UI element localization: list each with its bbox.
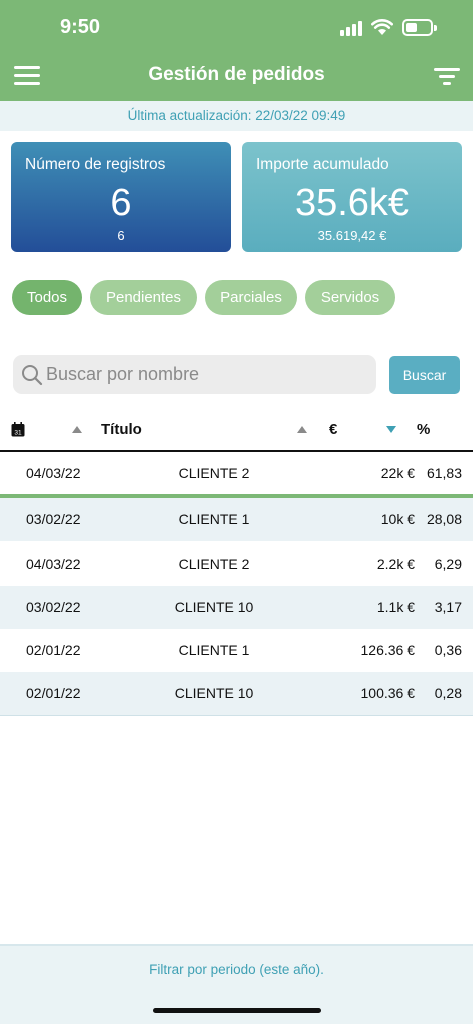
wifi-icon bbox=[371, 19, 393, 35]
battery-icon bbox=[402, 19, 437, 36]
amount-label: Importe acumulado bbox=[256, 156, 389, 173]
search-button[interactable]: Buscar bbox=[389, 356, 460, 394]
row-amount: 2.2k € bbox=[376, 556, 415, 572]
date-sort-asc-icon[interactable] bbox=[72, 426, 82, 433]
filter-chip-parciales[interactable]: Parciales bbox=[205, 280, 297, 315]
home-indicator[interactable] bbox=[153, 1008, 321, 1013]
table-row[interactable]: 03/02/22 CLIENTE 1 10k € 28,08 bbox=[0, 498, 473, 541]
row-percent: 0,28 bbox=[434, 685, 462, 701]
title-column-header[interactable]: Título bbox=[101, 421, 142, 438]
last-update-text: Última actualización: 22/03/22 09:49 bbox=[0, 101, 473, 131]
amount-card: Importe acumulado 35.6k€ 35.619,42 € bbox=[242, 142, 462, 252]
amount-column-header[interactable]: € bbox=[329, 421, 337, 438]
row-title: CLIENTE 1 bbox=[178, 642, 250, 658]
row-percent: 28,08 bbox=[426, 511, 462, 527]
row-amount: 10k € bbox=[380, 511, 415, 527]
row-date: 02/01/22 bbox=[26, 685, 81, 701]
row-date: 03/02/22 bbox=[26, 599, 81, 615]
percent-column-header[interactable]: % bbox=[417, 421, 430, 438]
search-input[interactable] bbox=[46, 355, 366, 394]
page-title: Gestión de pedidos bbox=[148, 64, 325, 85]
row-title: CLIENTE 2 bbox=[178, 556, 250, 572]
period-filter-link[interactable]: Filtrar por periodo (este año). bbox=[0, 962, 473, 977]
row-date: 04/03/22 bbox=[26, 465, 81, 481]
table-row[interactable]: 04/03/22 CLIENTE 2 22k € 61,83 bbox=[0, 452, 473, 495]
filter-chip-pendientes[interactable]: Pendientes bbox=[90, 280, 197, 315]
row-date: 02/01/22 bbox=[26, 642, 81, 658]
search-icon bbox=[22, 365, 43, 386]
row-amount: 126.36 € bbox=[360, 642, 416, 658]
top-bar: 9:50 Gestión de pedidos bbox=[0, 0, 473, 101]
row-amount: 1.1k € bbox=[376, 599, 415, 615]
records-card: Número de registros 6 6 bbox=[11, 142, 231, 252]
table-bottom-divider bbox=[0, 715, 473, 716]
table-row[interactable]: 02/01/22 CLIENTE 1 126.36 € 0,36 bbox=[0, 629, 473, 672]
status-time: 9:50 bbox=[60, 16, 101, 38]
filter-chip-todos[interactable]: Todos bbox=[12, 280, 82, 315]
records-subvalue: 6 bbox=[117, 228, 125, 243]
svg-text:31: 31 bbox=[14, 430, 22, 437]
records-value: 6 bbox=[110, 182, 132, 224]
row-title: CLIENTE 2 bbox=[178, 465, 250, 481]
search-box bbox=[13, 355, 376, 394]
row-amount: 22k € bbox=[380, 465, 415, 481]
row-title: CLIENTE 1 bbox=[178, 511, 250, 527]
row-percent: 61,83 bbox=[426, 465, 462, 481]
row-title: CLIENTE 10 bbox=[174, 685, 254, 701]
row-amount: 100.36 € bbox=[360, 685, 416, 701]
amount-value: 35.6k€ bbox=[294, 182, 410, 224]
table-header: 31 Título € % bbox=[0, 410, 473, 450]
records-label: Número de registros bbox=[25, 156, 166, 173]
filter-icon[interactable] bbox=[434, 68, 460, 86]
calendar-icon[interactable]: 31 bbox=[11, 422, 25, 437]
signal-icon bbox=[340, 20, 364, 36]
row-percent: 0,36 bbox=[434, 642, 462, 658]
row-percent: 6,29 bbox=[434, 556, 462, 572]
amount-sort-desc-icon[interactable] bbox=[386, 426, 396, 433]
row-date: 03/02/22 bbox=[26, 511, 81, 527]
table-row[interactable]: 04/03/22 CLIENTE 2 2.2k € 6,29 bbox=[0, 543, 473, 586]
row-date: 04/03/22 bbox=[26, 556, 81, 572]
amount-subvalue: 35.619,42 € bbox=[317, 228, 387, 243]
table-row[interactable]: 03/02/22 CLIENTE 10 1.1k € 3,17 bbox=[0, 586, 473, 629]
filter-chip-servidos[interactable]: Servidos bbox=[305, 280, 395, 315]
table-row[interactable]: 02/01/22 CLIENTE 10 100.36 € 0,28 bbox=[0, 672, 473, 715]
row-percent: 3,17 bbox=[434, 599, 462, 615]
row-title: CLIENTE 10 bbox=[174, 599, 254, 615]
title-sort-asc-icon[interactable] bbox=[297, 426, 307, 433]
